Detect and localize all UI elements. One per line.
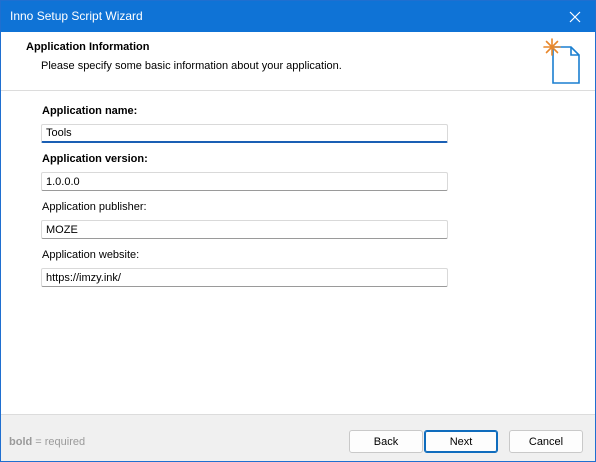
cancel-button[interactable]: Cancel (509, 430, 583, 453)
app-version-input[interactable] (41, 172, 448, 191)
window-title: Inno Setup Script Wizard (10, 9, 143, 23)
header-panel: Application Information Please specify s… (1, 32, 595, 90)
required-legend: bold = required (9, 436, 85, 448)
form-area: Application name: Application version: A… (1, 91, 595, 413)
legend-bold-text: bold (9, 436, 33, 448)
wizard-window: Inno Setup Script Wizard Application Inf… (0, 0, 596, 462)
next-button[interactable]: Next (424, 430, 498, 453)
page-subtitle: Please specify some basic information ab… (41, 60, 342, 72)
app-name-input[interactable] (41, 124, 448, 143)
legend-rest-text: = required (32, 436, 86, 448)
new-document-sparkle-icon (543, 38, 580, 84)
back-button[interactable]: Back (349, 430, 423, 453)
app-website-input[interactable] (41, 268, 448, 287)
app-publisher-input[interactable] (41, 220, 448, 239)
app-website-label: Application website: (42, 249, 140, 261)
app-version-label: Application version: (42, 153, 148, 165)
title-bar[interactable]: Inno Setup Script Wizard (1, 1, 595, 32)
page-title: Application Information (26, 41, 150, 53)
app-publisher-label: Application publisher: (42, 201, 147, 213)
close-icon (569, 11, 581, 22)
app-name-label: Application name: (42, 105, 138, 117)
close-button[interactable] (555, 1, 595, 32)
button-bar: bold = required Back Next Cancel (1, 415, 595, 461)
